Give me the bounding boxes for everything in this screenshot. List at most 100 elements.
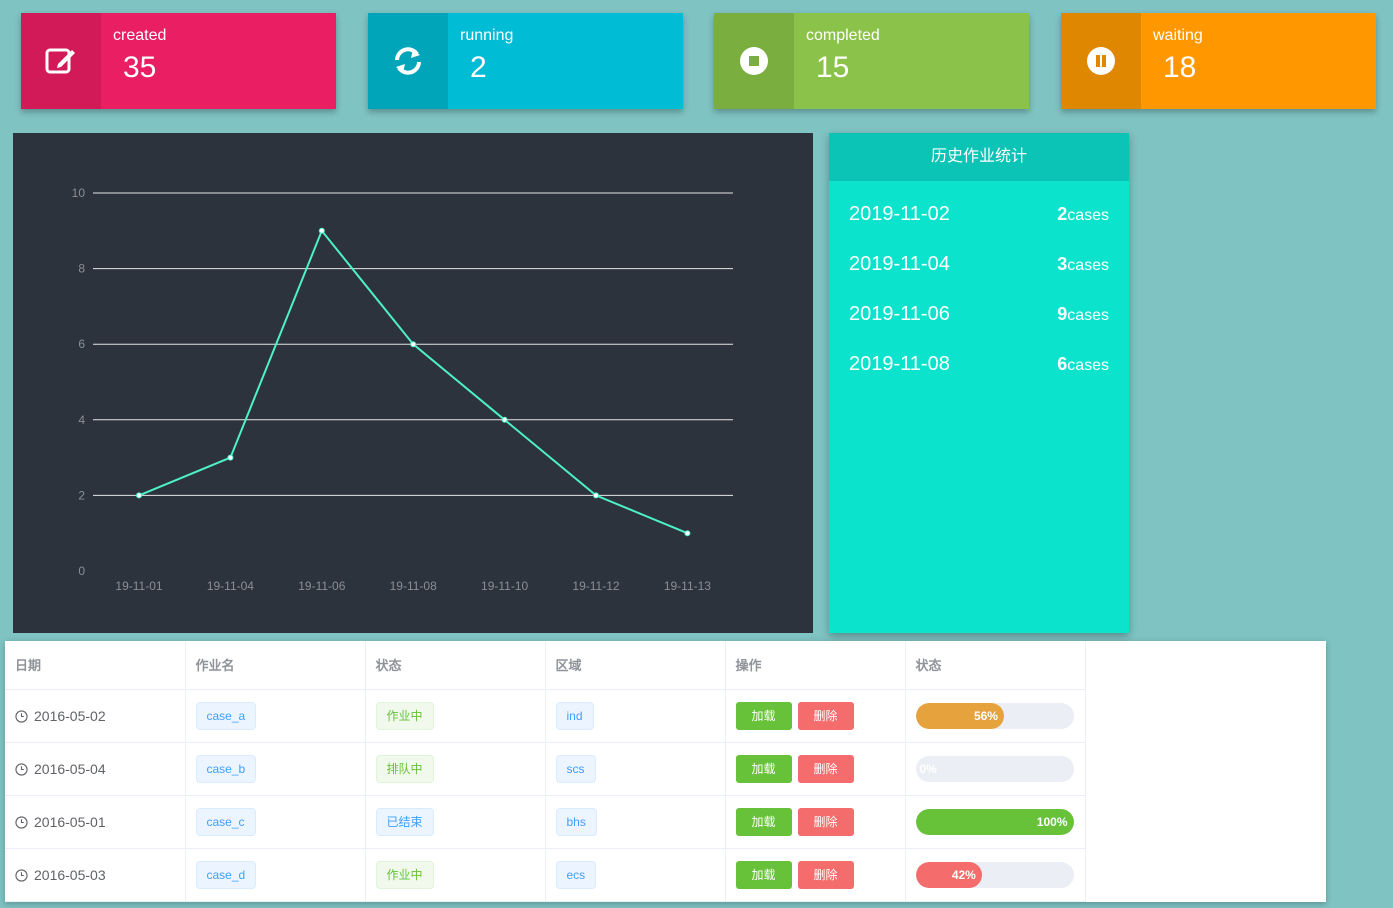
card-icon-area: [714, 13, 794, 109]
header-progress: 状态: [905, 641, 1086, 690]
delete-button[interactable]: 删除: [797, 701, 854, 730]
history-count: 3cases: [1057, 254, 1109, 274]
progress-fill: 100%: [915, 808, 1074, 835]
history-count: 2cases: [1057, 204, 1109, 224]
job-name-tag: case_a: [195, 701, 257, 730]
cell-region: scs: [545, 742, 726, 796]
clock-icon: [15, 763, 28, 776]
data-point[interactable]: [410, 341, 417, 348]
card-value: 2: [470, 51, 487, 84]
delete-button[interactable]: 删除: [797, 807, 854, 836]
card-value: 15: [816, 51, 850, 84]
cell-region: ind: [545, 689, 726, 743]
load-button[interactable]: 加载: [735, 701, 792, 730]
data-point[interactable]: [318, 227, 325, 234]
line-chart-panel: 0 2 4 6 8 10 19-11-01 19-11-04 19-11-06 19-11-08 1…: [13, 133, 813, 633]
x-tick-label: 19-11-04: [207, 579, 254, 593]
cell-progress: 56%: [905, 689, 1086, 743]
table-row: 2016-05-02 case_a 作业中 ind 加载 删除 56%: [5, 689, 1086, 743]
row-date: 2016-05-03: [34, 866, 106, 883]
cell-date: 2016-05-03: [5, 848, 186, 902]
cell-status: 已结束: [365, 795, 546, 849]
card-value: 35: [123, 51, 157, 84]
cell-actions: 加载 删除: [725, 742, 906, 796]
region-tag: ind: [555, 701, 594, 730]
history-row: 2019-11-06 9cases: [829, 289, 1129, 339]
y-tick-label: 0: [78, 564, 85, 578]
stat-card-waiting[interactable]: waiting 18: [1061, 13, 1376, 109]
header-job-name: 作业名: [185, 641, 366, 690]
history-row: 2019-11-08 6cases: [829, 339, 1129, 389]
y-tick-label: 6: [78, 337, 85, 351]
data-point[interactable]: [136, 492, 142, 499]
header-region: 区域: [545, 641, 726, 690]
x-tick-label: 19-11-08: [390, 579, 437, 593]
progress-fill: 42%: [915, 861, 982, 888]
status-badge: 已结束: [375, 807, 434, 836]
progress-label: 0%: [919, 761, 937, 776]
history-date: 2019-11-06: [849, 303, 950, 325]
job-name-tag: case_b: [195, 754, 257, 783]
region-tag: ecs: [555, 860, 597, 889]
data-point[interactable]: [593, 492, 599, 499]
cell-actions: 加载 删除: [725, 689, 906, 743]
history-row: 2019-11-02 2cases: [829, 189, 1129, 239]
row-date: 2016-05-01: [34, 813, 106, 830]
card-value: 18: [1163, 51, 1197, 84]
table-row: 2016-05-03 case_d 作业中 ecs 加载 删除 42%: [5, 848, 1086, 902]
history-date: 2019-11-04: [849, 253, 950, 275]
data-point[interactable]: [684, 530, 691, 537]
jobs-table: 日期 作业名 状态 区域 操作 状态 2016-05-02 case_a 作业中 in…: [5, 641, 1086, 902]
history-count: 6cases: [1057, 354, 1109, 374]
stat-card-created[interactable]: created 35: [21, 13, 336, 109]
row-date: 2016-05-04: [34, 760, 106, 777]
cell-job-name: case_a: [185, 689, 366, 743]
x-tick-label: 19-11-13: [664, 579, 711, 593]
edit-icon: [45, 48, 75, 74]
progress-bar: 0%: [915, 755, 1074, 782]
job-name-tag: case_c: [195, 807, 256, 836]
card-icon-area: [1061, 13, 1141, 109]
cell-region: ecs: [545, 848, 726, 902]
card-icon-area: [21, 13, 101, 109]
status-badge: 作业中: [375, 860, 434, 889]
history-row: 2019-11-04 3cases: [829, 239, 1129, 289]
history-list: 2019-11-02 2cases 2019-11-04 3cases 2019…: [829, 181, 1129, 389]
delete-button[interactable]: 删除: [797, 860, 854, 889]
x-tick-label: 19-11-01: [115, 579, 162, 593]
card-label: completed: [806, 27, 880, 44]
load-button[interactable]: 加载: [735, 807, 792, 836]
cell-region: bhs: [545, 795, 726, 849]
history-count: 9cases: [1057, 304, 1109, 324]
stat-card-running[interactable]: running 2: [368, 13, 683, 109]
x-tick-label: 19-11-06: [298, 579, 345, 593]
cell-job-name: case_b: [185, 742, 366, 796]
cell-job-name: case_c: [185, 795, 366, 849]
load-button[interactable]: 加载: [735, 754, 792, 783]
cell-progress: 0%: [905, 742, 1086, 796]
cell-actions: 加载 删除: [725, 848, 906, 902]
clock-icon: [15, 710, 28, 723]
delete-button[interactable]: 删除: [797, 754, 854, 783]
card-label: waiting: [1153, 27, 1203, 44]
y-tick-label: 10: [72, 186, 86, 200]
progress-fill: 56%: [915, 702, 1004, 729]
cell-status: 作业中: [365, 689, 546, 743]
row-date: 2016-05-02: [34, 707, 106, 724]
history-date: 2019-11-08: [849, 353, 950, 375]
cell-actions: 加载 删除: [725, 795, 906, 849]
region-tag: scs: [555, 754, 596, 783]
cell-date: 2016-05-02: [5, 689, 186, 743]
data-point[interactable]: [227, 454, 234, 461]
line-chart: 0 2 4 6 8 10 19-11-01 19-11-04 19-11-06 19-11-08 1…: [72, 186, 733, 593]
load-button[interactable]: 加载: [735, 860, 792, 889]
refresh-icon: [395, 47, 421, 75]
data-point[interactable]: [501, 416, 508, 423]
job-name-tag: case_d: [195, 860, 257, 889]
cell-status: 作业中: [365, 848, 546, 902]
clock-icon: [15, 816, 28, 829]
stat-card-completed[interactable]: completed 15: [714, 13, 1029, 109]
table-header-row: 日期 作业名 状态 区域 操作 状态: [5, 641, 1086, 690]
cell-date: 2016-05-01: [5, 795, 186, 849]
cell-status: 排队中: [365, 742, 546, 796]
